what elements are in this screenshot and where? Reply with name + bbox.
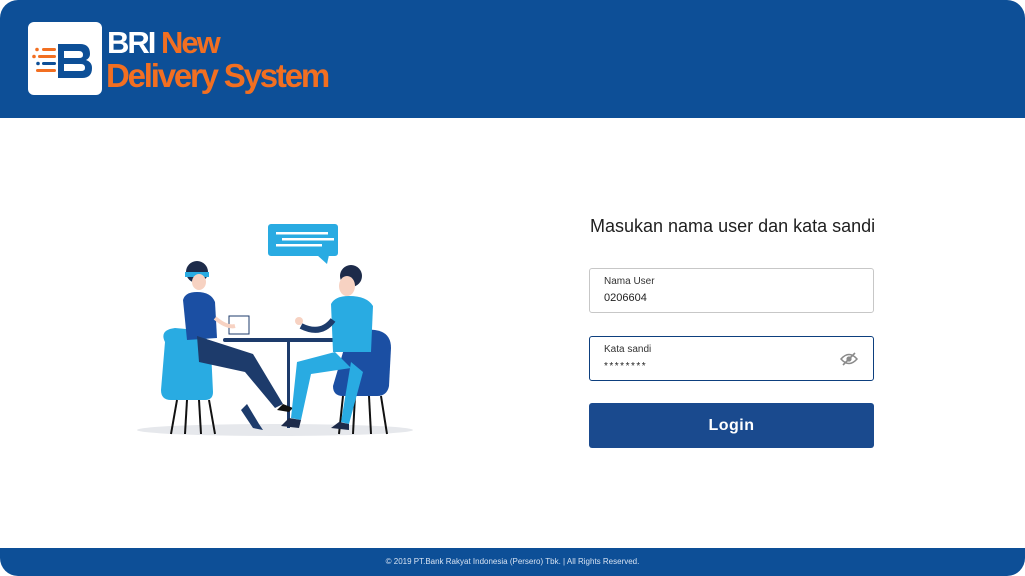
copyright-text: © 2019 PT.Bank Rakyat Indonesia (Persero…	[385, 557, 640, 566]
eye-off-icon[interactable]	[840, 351, 858, 367]
logo	[28, 22, 102, 95]
username-label: Nama User	[604, 276, 655, 287]
password-label: Kata sandi	[604, 344, 652, 355]
people-meeting-illustration	[135, 222, 415, 442]
form-title: Masukan nama user dan kata sandi	[590, 216, 876, 236]
footer-bar: © 2019 PT.Bank Rakyat Indonesia (Persero…	[0, 548, 1025, 576]
brand-new-text: New	[161, 25, 221, 60]
password-field[interactable]: Kata sandi ********	[589, 336, 874, 381]
brand-bri-text: BRI	[107, 25, 156, 60]
header-bar: BRI New Delivery System	[0, 0, 1025, 118]
login-button[interactable]: Login	[589, 403, 874, 448]
logo-mark-icon	[32, 44, 92, 78]
brand-title-line1: BRI New	[107, 25, 221, 60]
username-field[interactable]: Nama User	[589, 268, 874, 313]
username-input[interactable]	[604, 292, 824, 304]
brand-title-line2: Delivery System	[106, 57, 330, 94]
password-input[interactable]: ********	[604, 361, 824, 372]
